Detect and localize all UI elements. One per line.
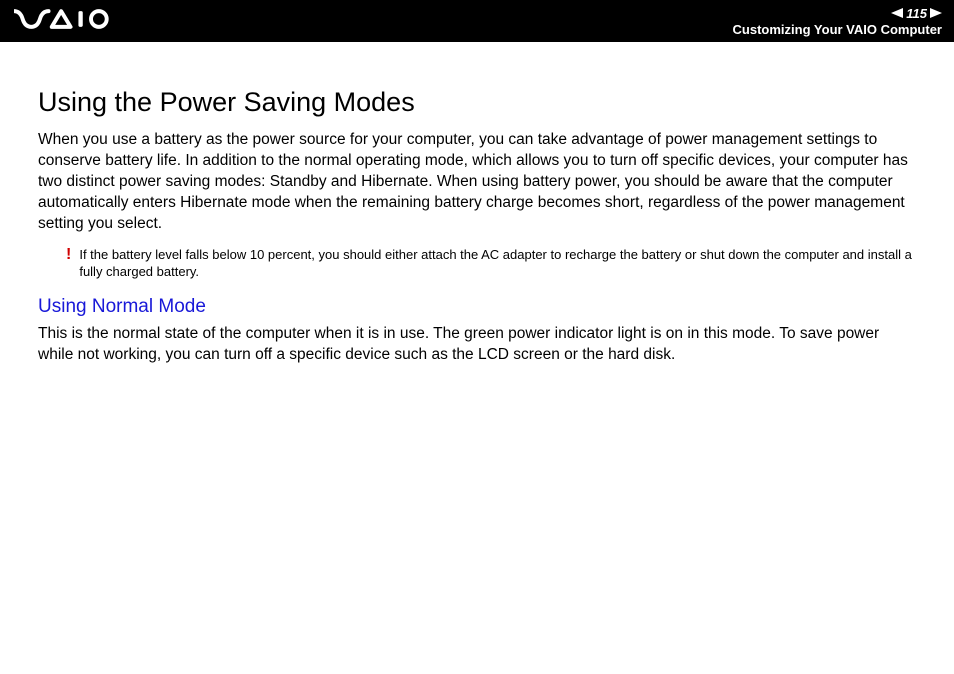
warning-icon: ! [66,247,71,263]
content-area: Using the Power Saving Modes When you us… [0,42,954,366]
header-right: 115 Customizing Your VAIO Computer [733,6,942,37]
section-title: Customizing Your VAIO Computer [733,22,942,37]
sub-paragraph: This is the normal state of the computer… [38,324,916,366]
vaio-logo [14,8,124,35]
prev-page-arrow[interactable] [891,6,903,21]
page-heading: Using the Power Saving Modes [38,87,916,118]
page-number: 115 [906,6,927,21]
page-navigation: 115 [891,6,942,21]
sub-heading: Using Normal Mode [38,296,916,318]
intro-paragraph: When you use a battery as the power sour… [38,130,916,235]
warning-note: ! If the battery level falls below 10 pe… [66,247,916,281]
warning-text: If the battery level falls below 10 perc… [79,247,916,281]
next-page-arrow[interactable] [930,6,942,21]
header-bar: 115 Customizing Your VAIO Computer [0,0,954,42]
